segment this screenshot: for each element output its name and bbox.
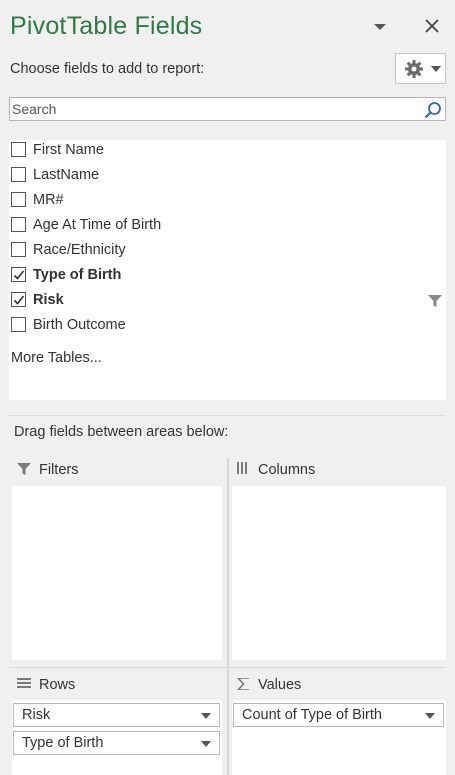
field-label: Birth Outcome	[33, 317, 126, 333]
field-item-birth-outcome[interactable]: Birth Outcome	[9, 315, 446, 339]
chevron-down-icon[interactable]	[201, 713, 211, 719]
field-label: Risk	[33, 292, 64, 308]
rows-field-risk[interactable]: Risk	[13, 703, 220, 727]
field-item-first-name[interactable]: First Name	[9, 140, 446, 164]
field-label: LastName	[33, 167, 100, 183]
chevron-down-icon[interactable]	[425, 713, 435, 719]
close-button[interactable]	[424, 18, 440, 34]
checkmark-icon	[13, 295, 25, 305]
field-checkbox[interactable]	[11, 167, 26, 182]
rows-area-title: Rows	[39, 677, 76, 693]
values-drop-area[interactable]: Count of Type of Birth	[232, 700, 446, 775]
field-checkbox-checked[interactable]	[11, 292, 26, 307]
rows-icon	[17, 678, 31, 688]
filter-icon[interactable]	[428, 294, 442, 308]
close-icon	[425, 19, 439, 33]
field-label: First Name	[33, 142, 104, 158]
rows-field-type-of-birth[interactable]: Type of Birth	[13, 731, 220, 755]
field-list: First Name LastName MR# Age At Time of B…	[9, 140, 446, 400]
field-item-age-at-time-of-birth[interactable]: Age At Time of Birth	[9, 215, 446, 239]
columns-drop-area[interactable]	[232, 486, 446, 660]
columns-icon	[237, 462, 247, 474]
chevron-down-icon	[374, 24, 386, 30]
rows-drop-area[interactable]: Risk Type of Birth	[12, 700, 222, 775]
field-checkbox[interactable]	[11, 142, 26, 157]
field-checkbox[interactable]	[11, 242, 26, 257]
field-label: Type of Birth	[33, 267, 122, 283]
rows-field-label: Risk	[22, 707, 51, 723]
more-tables-link[interactable]: More Tables...	[11, 350, 102, 366]
tools-gear-button[interactable]	[395, 53, 446, 84]
values-field-label: Count of Type of Birth	[242, 707, 382, 723]
columns-area-title: Columns	[258, 462, 316, 478]
field-label: MR#	[33, 192, 64, 208]
values-field-count-of-type-of-birth[interactable]: Count of Type of Birth	[233, 703, 444, 727]
panel-title: PivotTable Fields	[10, 12, 203, 40]
choose-fields-label: Choose fields to add to report:	[10, 61, 205, 77]
filters-drop-area[interactable]	[12, 486, 222, 660]
chevron-down-icon	[431, 66, 441, 72]
values-area-title: Values	[258, 677, 302, 693]
checkmark-icon	[13, 270, 25, 280]
area-horizontal-divider	[9, 667, 446, 668]
field-checkbox-checked[interactable]	[11, 267, 26, 282]
filter-icon	[17, 463, 31, 475]
field-checkbox[interactable]	[11, 217, 26, 232]
search-input[interactable]	[10, 98, 420, 120]
search-box	[9, 97, 446, 121]
field-item-type-of-birth[interactable]: Type of Birth	[9, 265, 446, 289]
task-pane-options-dropdown[interactable]	[372, 20, 388, 32]
rows-field-label: Type of Birth	[22, 735, 104, 751]
field-item-risk[interactable]: Risk	[9, 290, 446, 314]
field-checkbox[interactable]	[11, 317, 26, 332]
field-label: Race/Ethnicity	[33, 242, 126, 258]
search-icon[interactable]	[424, 101, 442, 119]
chevron-down-icon[interactable]	[201, 741, 211, 747]
field-label: Age At Time of Birth	[33, 217, 162, 233]
section-divider	[9, 415, 446, 416]
area-vertical-divider	[227, 458, 229, 775]
drag-fields-label: Drag fields between areas below:	[14, 424, 229, 440]
field-checkbox[interactable]	[11, 192, 26, 207]
field-item-lastname[interactable]: LastName	[9, 165, 446, 189]
gear-icon	[405, 60, 423, 78]
field-item-race-ethnicity[interactable]: Race/Ethnicity	[9, 240, 446, 264]
sigma-icon	[237, 678, 249, 690]
field-item-mr[interactable]: MR#	[9, 190, 446, 214]
filters-area-title: Filters	[39, 462, 79, 478]
